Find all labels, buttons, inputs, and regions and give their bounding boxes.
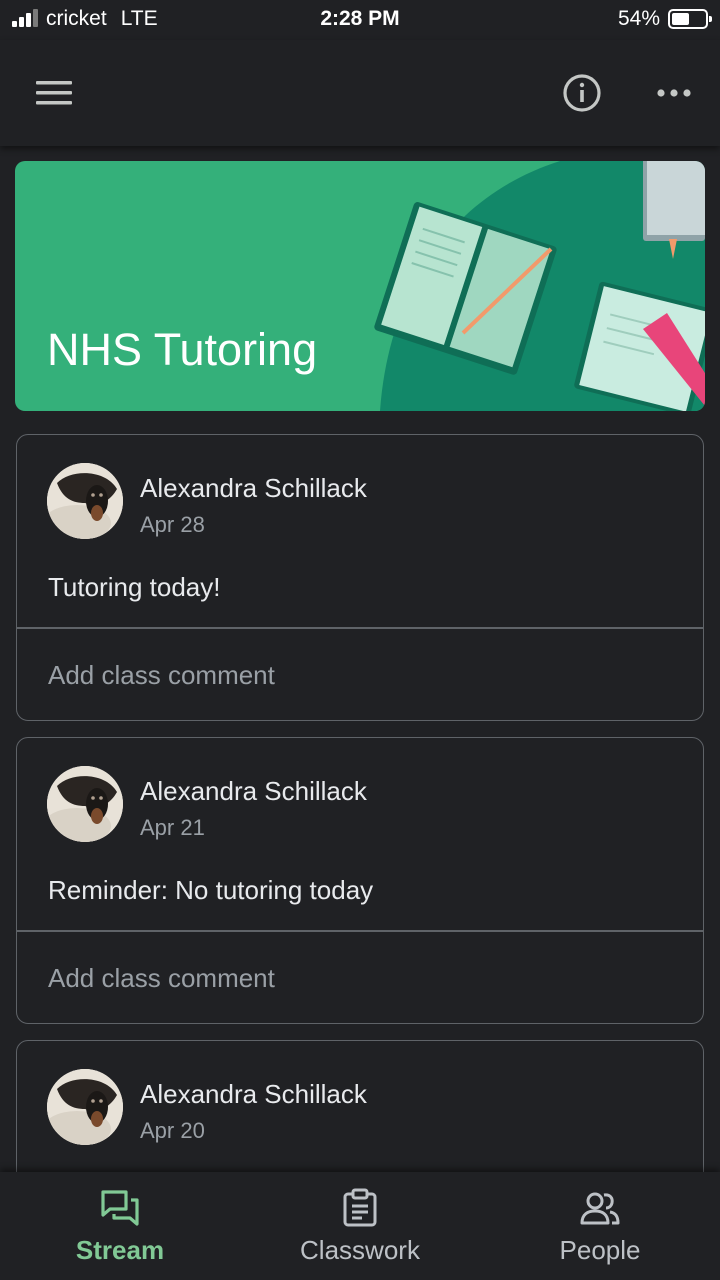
post-date: Apr 28	[140, 512, 205, 537]
bottom-nav: Stream Classwork People	[0, 1172, 720, 1280]
class-banner[interactable]: NHS Tutoring	[15, 161, 705, 411]
stream-icon	[101, 1190, 139, 1226]
post-date: Apr 21	[140, 815, 205, 840]
status-right: 54%	[617, 7, 712, 31]
add-comment-button[interactable]: Add class comment	[48, 660, 275, 691]
status-bar: cricket LTE 2:28 PM 54%	[0, 0, 720, 40]
tab-people-label: People	[559, 1235, 641, 1265]
people-icon	[580, 1192, 620, 1225]
avatar	[47, 1069, 123, 1145]
tab-classwork[interactable]: Classwork	[240, 1172, 480, 1280]
add-comment-button[interactable]: Add class comment	[48, 963, 275, 994]
post-author: Alexandra Schillack	[140, 1079, 367, 1109]
classwork-icon	[343, 1188, 377, 1227]
app-bar	[0, 40, 720, 146]
info-icon[interactable]	[556, 68, 608, 118]
stream-post[interactable]: Alexandra Schillack Apr 21 Reminder: No …	[16, 737, 704, 1024]
tab-people[interactable]: People	[480, 1172, 720, 1280]
post-text: Reminder: No tutoring today	[48, 875, 374, 905]
more-icon[interactable]	[648, 68, 700, 118]
post-text: Tutoring today!	[48, 572, 221, 602]
menu-icon[interactable]	[26, 68, 82, 118]
battery-icon	[668, 9, 712, 29]
tab-classwork-label: Classwork	[300, 1235, 420, 1265]
tab-stream-label: Stream	[75, 1235, 165, 1265]
post-author: Alexandra Schillack	[140, 473, 367, 503]
stream-post[interactable]: Alexandra Schillack Apr 28 Tutoring toda…	[16, 434, 704, 721]
divider	[17, 930, 703, 932]
battery-percent: 54%	[617, 7, 660, 30]
class-title: NHS Tutoring	[47, 324, 318, 375]
post-author: Alexandra Schillack	[140, 776, 367, 806]
avatar	[47, 766, 123, 842]
post-date: Apr 20	[140, 1118, 205, 1143]
divider	[17, 627, 703, 629]
clock: 2:28 PM	[320, 7, 400, 30]
tab-stream[interactable]: Stream	[0, 1172, 240, 1280]
avatar	[47, 463, 123, 539]
